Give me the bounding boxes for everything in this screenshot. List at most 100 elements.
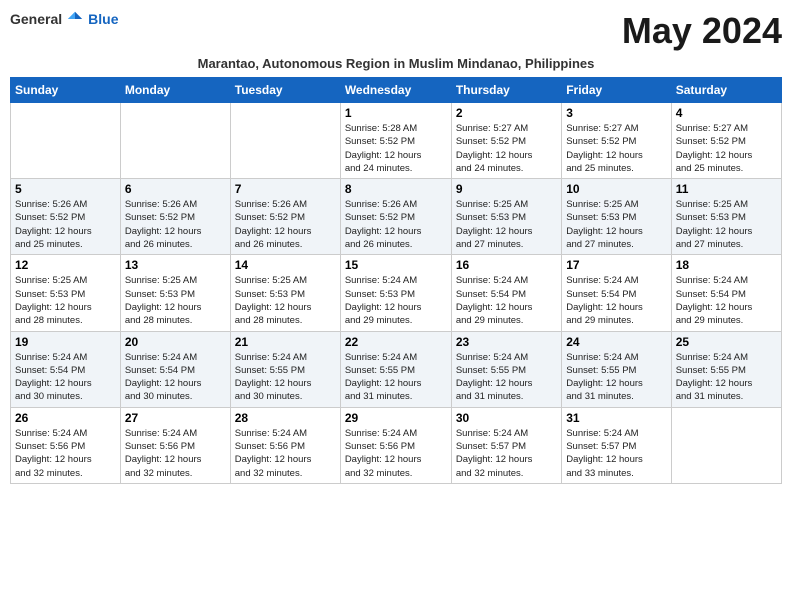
calendar-cell — [671, 407, 781, 483]
day-number: 19 — [15, 335, 116, 349]
calendar-cell: 15 Sunrise: 5:24 AMSunset: 5:53 PMDayligh… — [340, 255, 451, 331]
day-number: 27 — [125, 411, 226, 425]
day-info: Sunrise: 5:24 AMSunset: 5:54 PMDaylight:… — [125, 351, 226, 404]
calendar-subtitle: Marantao, Autonomous Region in Muslim Mi… — [10, 56, 782, 71]
day-info: Sunrise: 5:24 AMSunset: 5:57 PMDaylight:… — [566, 427, 666, 480]
header-row: Sunday Monday Tuesday Wednesday Thursday… — [11, 78, 782, 103]
day-info: Sunrise: 5:24 AMSunset: 5:54 PMDaylight:… — [456, 274, 557, 327]
day-info: Sunrise: 5:27 AMSunset: 5:52 PMDaylight:… — [566, 122, 666, 175]
calendar-cell — [230, 103, 340, 179]
calendar-cell: 21 Sunrise: 5:24 AMSunset: 5:55 PMDayligh… — [230, 331, 340, 407]
day-number: 25 — [676, 335, 777, 349]
calendar-cell: 3 Sunrise: 5:27 AMSunset: 5:52 PMDaylight… — [562, 103, 671, 179]
calendar-week-4: 19 Sunrise: 5:24 AMSunset: 5:54 PMDayligh… — [11, 331, 782, 407]
header-monday: Monday — [120, 78, 230, 103]
day-number: 11 — [676, 182, 777, 196]
day-number: 31 — [566, 411, 666, 425]
calendar-table: Sunday Monday Tuesday Wednesday Thursday… — [10, 77, 782, 484]
calendar-cell: 8Sunrise: 5:26 AMSunset: 5:52 PMDaylight… — [340, 179, 451, 255]
day-info: Sunrise: 5:24 AMSunset: 5:55 PMDaylight:… — [456, 351, 557, 404]
logo-blue: Blue — [88, 11, 118, 27]
header-saturday: Saturday — [671, 78, 781, 103]
day-info: Sunrise: 5:24 AMSunset: 5:56 PMDaylight:… — [345, 427, 447, 480]
calendar-cell: 19 Sunrise: 5:24 AMSunset: 5:54 PMDayligh… — [11, 331, 121, 407]
day-number: 15 — [345, 258, 447, 272]
day-info: Sunrise: 5:25 AMSunset: 5:53 PMDaylight:… — [676, 198, 777, 251]
header-wednesday: Wednesday — [340, 78, 451, 103]
day-number: 6 — [125, 182, 226, 196]
calendar-week-5: 26 Sunrise: 5:24 AMSunset: 5:56 PMDayligh… — [11, 407, 782, 483]
calendar-cell: 28 Sunrise: 5:24 AMSunset: 5:56 PMDayligh… — [230, 407, 340, 483]
day-number: 3 — [566, 106, 666, 120]
page-header: General Blue May 2024 — [10, 10, 782, 52]
day-number: 21 — [235, 335, 336, 349]
calendar-cell — [120, 103, 230, 179]
day-info: Sunrise: 5:25 AMSunset: 5:53 PMDaylight:… — [15, 274, 116, 327]
day-number: 13 — [125, 258, 226, 272]
calendar-cell: 17 Sunrise: 5:24 AMSunset: 5:54 PMDayligh… — [562, 255, 671, 331]
day-number: 10 — [566, 182, 666, 196]
calendar-cell: 30Sunrise: 5:24 AMSunset: 5:57 PMDayligh… — [451, 407, 561, 483]
calendar-cell: 23 Sunrise: 5:24 AMSunset: 5:55 PMDayligh… — [451, 331, 561, 407]
calendar-cell: 14 Sunrise: 5:25 AMSunset: 5:53 PMDayligh… — [230, 255, 340, 331]
day-info: Sunrise: 5:24 AMSunset: 5:56 PMDaylight:… — [235, 427, 336, 480]
day-info: Sunrise: 5:25 AMSunset: 5:53 PMDaylight:… — [456, 198, 557, 251]
calendar-cell: 9 Sunrise: 5:25 AMSunset: 5:53 PMDaylight… — [451, 179, 561, 255]
day-info: Sunrise: 5:26 AMSunset: 5:52 PMDaylight:… — [15, 198, 116, 251]
calendar-body: 1Sunrise: 5:28 AMSunset: 5:52 PMDaylight… — [11, 103, 782, 484]
day-info: Sunrise: 5:24 AMSunset: 5:54 PMDaylight:… — [15, 351, 116, 404]
day-number: 26 — [15, 411, 116, 425]
day-info: Sunrise: 5:24 AMSunset: 5:54 PMDaylight:… — [566, 274, 666, 327]
day-number: 24 — [566, 335, 666, 349]
calendar-cell: 10 Sunrise: 5:25 AMSunset: 5:53 PMDayligh… — [562, 179, 671, 255]
month-title: May 2024 — [622, 10, 782, 52]
calendar-cell: 7Sunrise: 5:26 AMSunset: 5:52 PMDaylight… — [230, 179, 340, 255]
calendar-cell: 12 Sunrise: 5:25 AMSunset: 5:53 PMDayligh… — [11, 255, 121, 331]
day-info: Sunrise: 5:25 AMSunset: 5:53 PMDaylight:… — [566, 198, 666, 251]
calendar-cell: 31 Sunrise: 5:24 AMSunset: 5:57 PMDayligh… — [562, 407, 671, 483]
header-sunday: Sunday — [11, 78, 121, 103]
calendar-cell: 4 Sunrise: 5:27 AMSunset: 5:52 PMDaylight… — [671, 103, 781, 179]
day-info: Sunrise: 5:27 AMSunset: 5:52 PMDaylight:… — [456, 122, 557, 175]
day-number: 14 — [235, 258, 336, 272]
day-number: 1 — [345, 106, 447, 120]
calendar-week-2: 5 Sunrise: 5:26 AMSunset: 5:52 PMDaylight… — [11, 179, 782, 255]
day-info: Sunrise: 5:27 AMSunset: 5:52 PMDaylight:… — [676, 122, 777, 175]
day-info: Sunrise: 5:26 AMSunset: 5:52 PMDaylight:… — [235, 198, 336, 251]
header-thursday: Thursday — [451, 78, 561, 103]
day-number: 18 — [676, 258, 777, 272]
day-info: Sunrise: 5:25 AMSunset: 5:53 PMDaylight:… — [235, 274, 336, 327]
day-number: 9 — [456, 182, 557, 196]
logo: General Blue — [10, 10, 118, 28]
calendar-cell: 20Sunrise: 5:24 AMSunset: 5:54 PMDayligh… — [120, 331, 230, 407]
calendar-cell: 24 Sunrise: 5:24 AMSunset: 5:55 PMDayligh… — [562, 331, 671, 407]
day-info: Sunrise: 5:24 AMSunset: 5:54 PMDaylight:… — [676, 274, 777, 327]
calendar-week-3: 12 Sunrise: 5:25 AMSunset: 5:53 PMDayligh… — [11, 255, 782, 331]
day-info: Sunrise: 5:24 AMSunset: 5:55 PMDaylight:… — [345, 351, 447, 404]
calendar-cell: 22 Sunrise: 5:24 AMSunset: 5:55 PMDayligh… — [340, 331, 451, 407]
day-number: 22 — [345, 335, 447, 349]
day-number: 23 — [456, 335, 557, 349]
day-info: Sunrise: 5:24 AMSunset: 5:53 PMDaylight:… — [345, 274, 447, 327]
header-tuesday: Tuesday — [230, 78, 340, 103]
day-info: Sunrise: 5:24 AMSunset: 5:55 PMDaylight:… — [676, 351, 777, 404]
calendar-cell — [11, 103, 121, 179]
calendar-cell: 6Sunrise: 5:26 AMSunset: 5:52 PMDaylight… — [120, 179, 230, 255]
logo-general: General — [10, 11, 62, 27]
day-number: 4 — [676, 106, 777, 120]
day-info: Sunrise: 5:24 AMSunset: 5:55 PMDaylight:… — [566, 351, 666, 404]
calendar-cell: 18 Sunrise: 5:24 AMSunset: 5:54 PMDayligh… — [671, 255, 781, 331]
day-number: 29 — [345, 411, 447, 425]
day-info: Sunrise: 5:24 AMSunset: 5:57 PMDaylight:… — [456, 427, 557, 480]
calendar-cell: 29 Sunrise: 5:24 AMSunset: 5:56 PMDayligh… — [340, 407, 451, 483]
logo-icon — [66, 10, 84, 28]
calendar-cell: 16Sunrise: 5:24 AMSunset: 5:54 PMDayligh… — [451, 255, 561, 331]
calendar-cell: 13 Sunrise: 5:25 AMSunset: 5:53 PMDayligh… — [120, 255, 230, 331]
calendar-cell: 1Sunrise: 5:28 AMSunset: 5:52 PMDaylight… — [340, 103, 451, 179]
day-number: 28 — [235, 411, 336, 425]
day-number: 5 — [15, 182, 116, 196]
day-info: Sunrise: 5:25 AMSunset: 5:53 PMDaylight:… — [125, 274, 226, 327]
day-number: 12 — [15, 258, 116, 272]
day-number: 17 — [566, 258, 666, 272]
day-info: Sunrise: 5:24 AMSunset: 5:55 PMDaylight:… — [235, 351, 336, 404]
